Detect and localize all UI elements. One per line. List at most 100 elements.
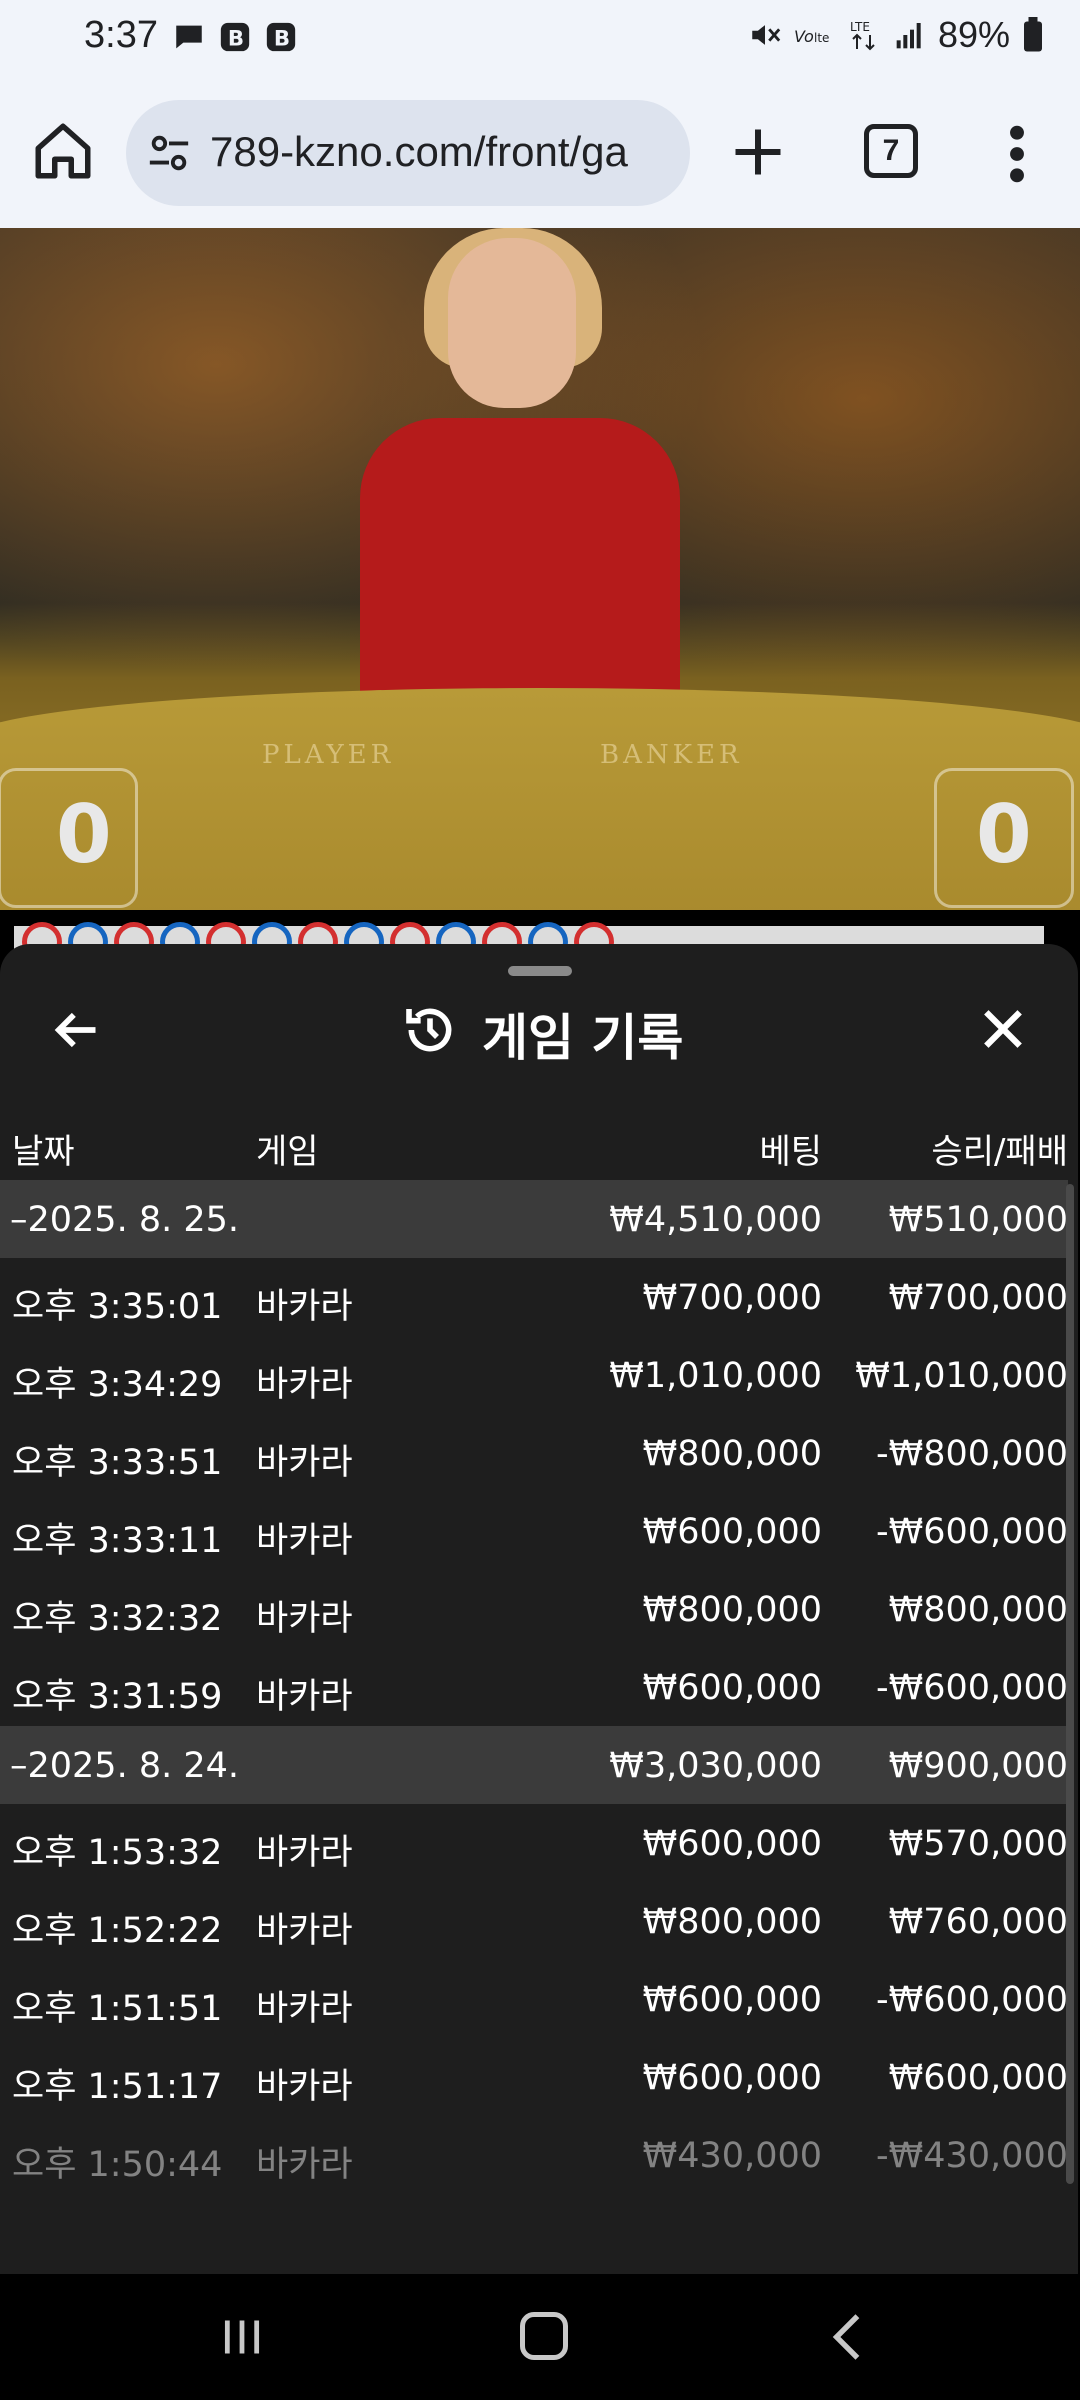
- row-game: 바카라: [256, 2145, 353, 2185]
- sheet-drag-handle[interactable]: [508, 966, 572, 976]
- close-icon[interactable]: [978, 1004, 1028, 1054]
- row-game: 바카라: [256, 1599, 353, 1639]
- status-bar: 3:37 B B Vo lte LTE 89%: [0, 0, 1080, 78]
- row-time: 오후 3:33:11: [12, 1521, 223, 1561]
- row-win-loss: ₩1,010,000: [855, 1356, 1068, 1396]
- table-row[interactable]: 오후 3:31:59 바카라 ₩600,000 -₩600,000: [0, 1648, 1068, 1726]
- row-time: 오후 3:32:32: [12, 1599, 223, 1639]
- status-time: 3:37: [84, 14, 158, 56]
- svg-text:LTE: LTE: [850, 20, 870, 34]
- lte-icon: LTE: [850, 20, 875, 51]
- group-win-total: ₩510,000: [888, 1200, 1068, 1240]
- date-group-row[interactable]: –2025. 8. 25. ₩4,510,000 ₩510,000: [0, 1180, 1068, 1258]
- table-row[interactable]: 오후 1:53:32 바카라 ₩600,000 ₩570,000: [0, 1804, 1068, 1882]
- table-row[interactable]: 오후 3:33:51 바카라 ₩800,000 -₩800,000: [0, 1414, 1068, 1492]
- row-time: 오후 1:50:44: [12, 2145, 223, 2185]
- row-bet: ₩800,000: [642, 1902, 822, 1942]
- row-win-loss: ₩570,000: [888, 1824, 1068, 1864]
- row-bet: ₩600,000: [642, 1980, 822, 2020]
- group-win-total: ₩900,000: [888, 1746, 1068, 1786]
- navigation-bar: [0, 2274, 1080, 2400]
- volte-icon: Vo lte: [794, 27, 829, 46]
- tabs-button[interactable]: 7: [864, 124, 918, 178]
- history-table: –2025. 8. 25. ₩4,510,000 ₩510,000 오후 3:3…: [0, 1180, 1068, 2194]
- table-row[interactable]: 오후 3:34:29 바카라 ₩1,010,000 ₩1,010,000: [0, 1336, 1068, 1414]
- game-history-sheet: 게임 기록 날짜 게임 베팅 승리/패배 –2025. 8. 25. ₩4,51…: [0, 944, 1078, 2274]
- row-bet: ₩600,000: [642, 1824, 822, 1864]
- column-header-date: 날짜: [12, 1132, 75, 1172]
- row-game: 바카라: [256, 1833, 353, 1873]
- row-win-loss: -₩800,000: [876, 1434, 1068, 1474]
- back-icon[interactable]: [830, 2312, 864, 2362]
- row-win-loss: -₩600,000: [876, 1512, 1068, 1552]
- group-date: –2025. 8. 25.: [10, 1200, 240, 1240]
- table-row[interactable]: 오후 1:51:51 바카라 ₩600,000 -₩600,000: [0, 1960, 1068, 2038]
- row-win-loss: -₩600,000: [876, 1668, 1068, 1708]
- row-game: 바카라: [256, 1443, 353, 1483]
- row-time: 오후 1:51:51: [12, 1989, 223, 2029]
- browser-toolbar: 789-kzno.com/front/ga 7: [0, 78, 1080, 228]
- address-bar[interactable]: 789-kzno.com/front/ga: [126, 100, 690, 206]
- banker-label: BANKER: [600, 740, 743, 770]
- row-bet: ₩430,000: [642, 2136, 822, 2176]
- row-time: 오후 1:53:32: [12, 1833, 223, 1873]
- system-indicators: Vo lte LTE 89%: [748, 14, 1044, 56]
- row-game: 바카라: [256, 1911, 353, 1951]
- notification-icons: B B: [172, 20, 298, 54]
- row-time: 오후 3:34:29: [12, 1365, 223, 1405]
- group-date: –2025. 8. 24.: [10, 1746, 240, 1786]
- column-header-bet: 베팅: [759, 1132, 822, 1172]
- baccarat-table: [0, 688, 1080, 910]
- row-game: 바카라: [256, 2067, 353, 2107]
- row-bet: ₩1,010,000: [609, 1356, 822, 1396]
- history-icon: [406, 1008, 452, 1052]
- row-game: 바카라: [256, 1989, 353, 2029]
- recent-apps-icon[interactable]: [220, 2314, 264, 2360]
- row-time: 오후 3:31:59: [12, 1677, 223, 1717]
- signal-icon: [896, 23, 921, 49]
- row-win-loss: ₩760,000: [888, 1902, 1068, 1942]
- url-text[interactable]: 789-kzno.com/front/ga: [210, 128, 680, 176]
- table-row[interactable]: 오후 3:35:01 바카라 ₩700,000 ₩700,000: [0, 1258, 1068, 1336]
- row-win-loss: ₩600,000: [888, 2058, 1068, 2098]
- player-label: PLAYER: [262, 740, 395, 770]
- home-icon[interactable]: [30, 118, 96, 184]
- table-row[interactable]: 오후 3:32:32 바카라 ₩800,000 ₩800,000: [0, 1570, 1068, 1648]
- chat-icon: [176, 25, 202, 49]
- row-game: 바카라: [256, 1521, 353, 1561]
- row-game: 바카라: [256, 1677, 353, 1717]
- table-row[interactable]: 오후 1:51:17 바카라 ₩600,000 ₩600,000: [0, 2038, 1068, 2116]
- row-bet: ₩700,000: [642, 1278, 822, 1318]
- tab-count: 7: [882, 134, 900, 167]
- site-settings-icon[interactable]: [146, 130, 192, 176]
- sheet-title: 게임 기록: [482, 1009, 684, 1067]
- date-group-row[interactable]: –2025. 8. 24. ₩3,030,000 ₩900,000: [0, 1726, 1068, 1804]
- svg-text:B: B: [274, 27, 290, 52]
- row-win-loss: ₩800,000: [888, 1590, 1068, 1630]
- row-bet: ₩600,000: [642, 2058, 822, 2098]
- mute-icon: [752, 25, 781, 45]
- home-button[interactable]: [520, 2312, 568, 2360]
- battery-percent: 89%: [937, 14, 1010, 55]
- back-arrow-icon[interactable]: [50, 1004, 102, 1056]
- svg-text:B: B: [228, 27, 244, 52]
- plus-icon[interactable]: [728, 122, 788, 182]
- group-bet-total: ₩4,510,000: [609, 1200, 822, 1240]
- row-win-loss: ₩700,000: [888, 1278, 1068, 1318]
- b-app-icon: B: [266, 22, 296, 52]
- dealer-head: [448, 238, 576, 408]
- more-vert-icon[interactable]: [1000, 122, 1034, 186]
- row-bet: ₩800,000: [642, 1434, 822, 1474]
- row-time: 오후 3:35:01: [12, 1287, 223, 1327]
- column-header-win-loss: 승리/패배: [931, 1132, 1068, 1172]
- row-game: 바카라: [256, 1365, 353, 1405]
- row-bet: ₩600,000: [642, 1668, 822, 1708]
- table-row[interactable]: 오후 1:52:22 바카라 ₩800,000 ₩760,000: [0, 1882, 1068, 1960]
- table-row[interactable]: 오후 1:50:44 바카라 ₩430,000 -₩430,000: [0, 2116, 1068, 2194]
- table-row[interactable]: 오후 3:33:11 바카라 ₩600,000 -₩600,000: [0, 1492, 1068, 1570]
- scrollbar[interactable]: [1066, 1184, 1074, 2184]
- column-header-game: 게임: [256, 1132, 319, 1172]
- player-score: 0: [56, 788, 112, 881]
- svg-text:lte: lte: [814, 31, 829, 45]
- row-bet: ₩800,000: [642, 1590, 822, 1630]
